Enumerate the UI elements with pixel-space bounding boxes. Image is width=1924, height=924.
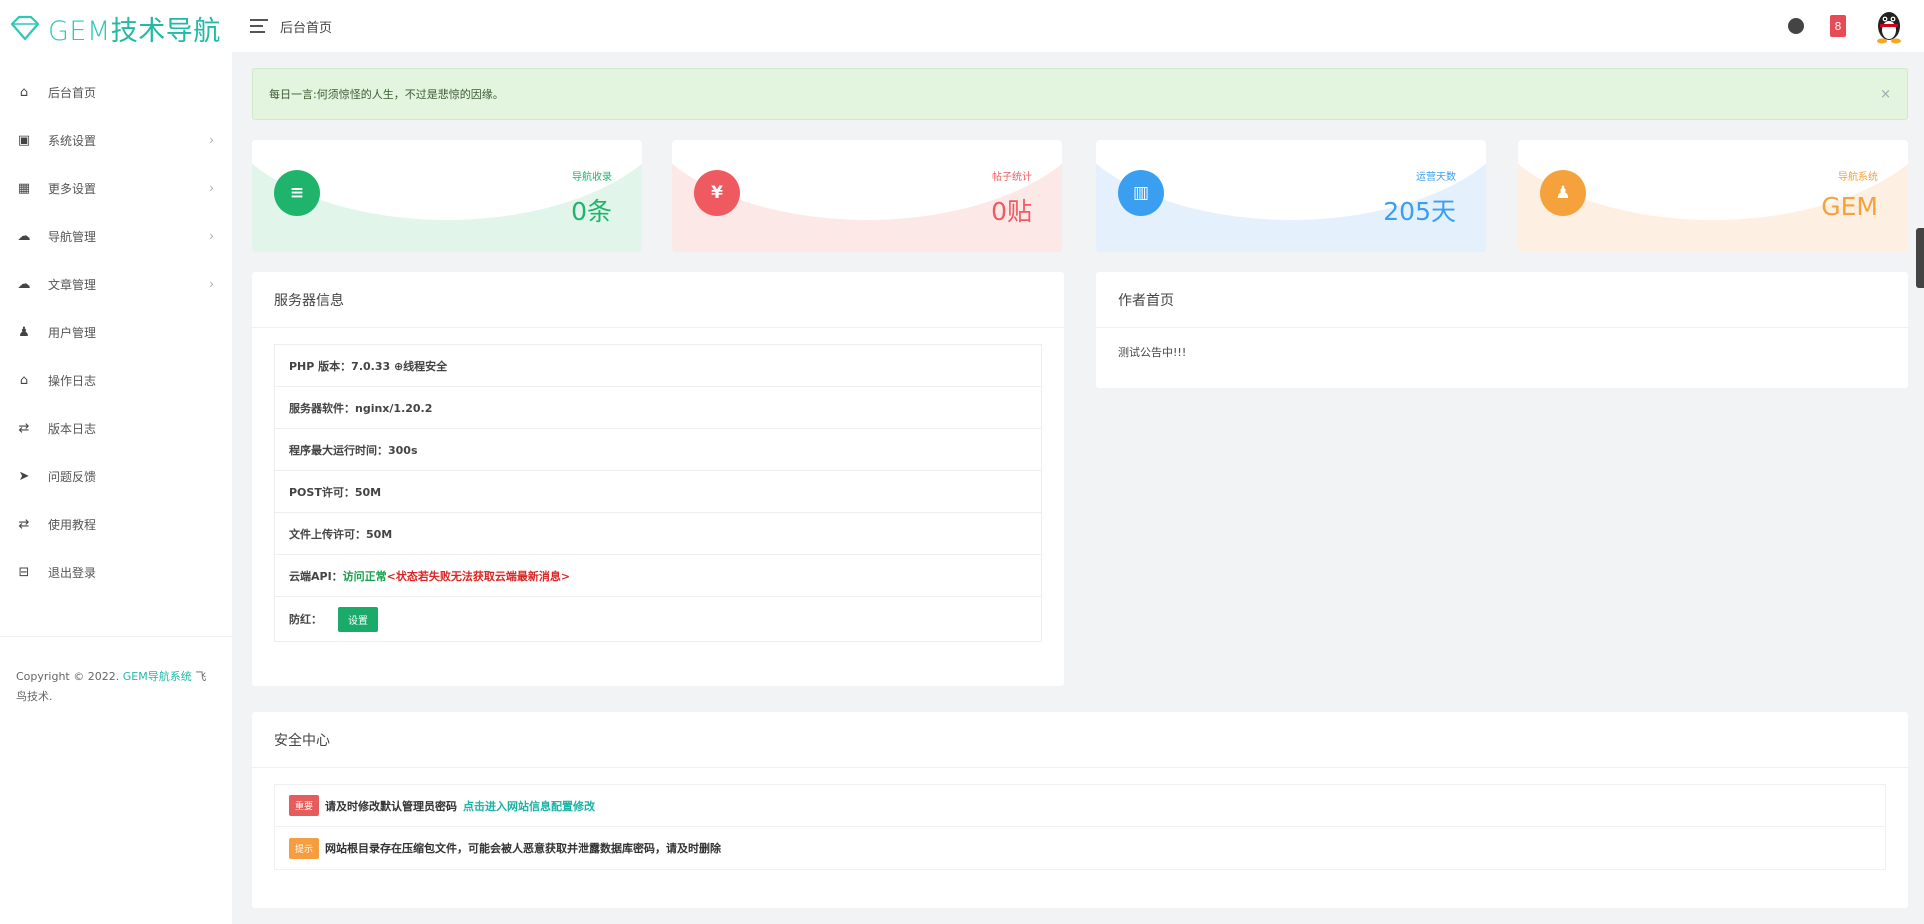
stat-card: ¥ 帖子统计 0贴: [672, 140, 1062, 252]
chevron-right-icon: ›: [209, 181, 214, 195]
daily-quote-text: 每日一言:何须惊怪的人生，不过是悲惊的因缘。: [269, 88, 504, 101]
max-runtime-row: 程序最大运行时间：300s: [275, 429, 1041, 471]
brand-name: GEM技术导航: [48, 15, 221, 47]
anti-red-setting-button[interactable]: 设置: [338, 606, 378, 632]
sidebar-item-label: 退出登录: [48, 565, 97, 580]
security-title: 安全中心: [252, 712, 1908, 768]
menu-toggle-icon[interactable]: [250, 19, 268, 33]
copyright: Copyright © 2022. GEM导航系统 飞鸟技术.: [16, 670, 207, 703]
close-icon[interactable]: ×: [1880, 87, 1891, 102]
avatar[interactable]: [1872, 8, 1906, 44]
chevron-right-icon: ›: [209, 229, 214, 243]
sidebar-item-4[interactable]: ☁ 文章管理 ›: [0, 260, 232, 308]
page-title: 后台首页: [280, 20, 333, 36]
sidebar-item-5[interactable]: ♟ 用户管理: [0, 308, 232, 356]
sidebar-item-8[interactable]: ➤ 问题反馈: [0, 452, 232, 500]
sidebar-item-label: 文章管理: [48, 277, 97, 292]
chevron-right-icon: ›: [209, 133, 214, 147]
grid-icon: ▦: [17, 180, 31, 196]
security-message: 请及时修改默认管理员密码: [325, 799, 458, 813]
stat-value: 0贴: [991, 197, 1032, 226]
sidebar-item-label: 操作日志: [48, 373, 97, 388]
sidebar-item-label: 更多设置: [48, 181, 97, 196]
side-drawer-handle[interactable]: [1916, 228, 1924, 288]
security-list: 重要 请及时修改默认管理员密码 点击进入网站信息配置修改 提示 网站根目录存在压缩包文件…: [274, 784, 1886, 870]
settings-icon: ▣: [17, 132, 31, 148]
stat-card: ♟ 导航系统 GEM: [1518, 140, 1908, 252]
gem-logo-icon: [10, 15, 40, 41]
stat-label: 导航收录: [572, 172, 612, 183]
security-row: 重要 请及时修改默认管理员密码 点击进入网站信息配置修改: [275, 785, 1885, 827]
security-fix-link[interactable]: 点击进入网站信息配置修改: [463, 798, 595, 814]
server-info-panel: 服务器信息 PHP 版本：7.0.33 ⊕线程安全 服务器软件：nginx/1.…: [252, 272, 1064, 686]
notification-badge[interactable]: 8: [1830, 15, 1846, 37]
chevron-right-icon: ›: [209, 277, 214, 291]
server-info-list: PHP 版本：7.0.33 ⊕线程安全 服务器软件：nginx/1.20.2 程…: [274, 344, 1042, 642]
author-panel: 作者首页 测试公告中!!!: [1096, 272, 1908, 388]
sidebar-item-label: 系统设置: [48, 133, 97, 148]
stat-label: 运营天数: [1416, 172, 1456, 183]
api-note: <状态若失败无法获取云端最新消息>: [386, 569, 571, 583]
tutorial-icon: ⇄: [18, 516, 30, 532]
cloud-api-row: 云端API： 访问正常 <状态若失败无法获取云端最新消息>: [275, 555, 1041, 597]
sidebar-item-3[interactable]: ☁ 导航管理 ›: [0, 212, 232, 260]
server-software-row: 服务器软件：nginx/1.20.2: [275, 387, 1041, 429]
security-center-panel: 安全中心 重要 请及时修改默认管理员密码 点击进入网站信息配置修改 提示 网站根目录存在…: [252, 712, 1908, 908]
top-header: 后台首页 8: [232, 0, 1924, 52]
list-icon: ≡: [274, 170, 320, 216]
send-icon: ➤: [18, 468, 30, 484]
cloud-icon: ☁: [17, 228, 31, 244]
copyright-link[interactable]: GEM导航系统: [123, 670, 192, 683]
security-tag: 重要: [289, 795, 320, 816]
post-limit-row: POST许可：50M: [275, 471, 1041, 513]
person-icon: ♟: [1540, 170, 1586, 216]
sidebar-item-label: 后台首页: [48, 85, 97, 100]
stat-value: 205天: [1383, 197, 1456, 226]
sidebar-item-2[interactable]: ▦ 更多设置 ›: [0, 164, 232, 212]
theme-icon[interactable]: [1788, 18, 1804, 34]
author-title: 作者首页: [1096, 272, 1908, 328]
stat-label: 导航系统: [1838, 172, 1878, 183]
sidebar-item-label: 问题反馈: [48, 469, 97, 484]
api-status: 访问正常: [342, 569, 387, 583]
daily-quote-alert: 每日一言:何须惊怪的人生，不过是悲惊的因缘。 ×: [252, 68, 1908, 120]
security-row: 提示 网站根目录存在压缩包文件，可能会被人恶意获取并泄露数据库密码，请及时删除: [275, 827, 1885, 869]
sidebar-item-1[interactable]: ▣ 系统设置 ›: [0, 116, 232, 164]
sidebar-nav: ⌂ 后台首页 ▣ 系统设置 › ▦ 更多设置 › ☁ 导航管理 › ☁ 文章管理 › ♟ 用户管理 ⌂ 操作日志 ⇄…: [0, 68, 232, 596]
home-icon: ⌂: [19, 84, 29, 100]
logout-icon: ⊟: [18, 564, 30, 580]
security-tag: 提示: [289, 837, 320, 859]
stat-card: ▥ 运营天数 205天: [1096, 140, 1486, 252]
stat-card: ≡ 导航收录 0条: [252, 140, 642, 252]
sidebar-item-label: 导航管理: [48, 229, 97, 244]
stat-label: 帖子统计: [992, 172, 1032, 183]
sidebar-item-label: 版本日志: [48, 421, 97, 436]
sidebar-item-9[interactable]: ⇄ 使用教程: [0, 500, 232, 548]
sidebar-item-label: 用户管理: [48, 325, 97, 340]
upload-limit-row: 文件上传许可：50M: [275, 513, 1041, 555]
version-icon: ⇄: [18, 420, 30, 436]
author-announcement: 测试公告中!!!: [1118, 346, 1187, 359]
logo[interactable]: GEM技术导航: [0, 0, 232, 56]
user-icon: ♟: [18, 324, 30, 340]
sidebar-item-0[interactable]: ⌂ 后台首页: [0, 68, 232, 116]
cloud-outline-icon: ☁: [17, 276, 31, 292]
php-version-row: PHP 版本：7.0.33 ⊕线程安全: [275, 345, 1041, 387]
chart-icon: ▥: [1118, 170, 1164, 216]
anti-red-row: 防红： 设置: [275, 597, 1041, 641]
sidebar-item-10[interactable]: ⊟ 退出登录: [0, 548, 232, 596]
security-message: 网站根目录存在压缩包文件，可能会被人恶意获取并泄露数据库密码，请及时删除: [325, 842, 722, 855]
server-info-title: 服务器信息: [252, 272, 1064, 328]
sidebar-item-6[interactable]: ⌂ 操作日志: [0, 356, 232, 404]
sidebar-item-label: 使用教程: [48, 517, 97, 532]
log-icon: ⌂: [19, 372, 29, 388]
stat-value: 0条: [571, 197, 612, 226]
sidebar: GEM技术导航 ⌂ 后台首页 ▣ 系统设置 › ▦ 更多设置 › ☁ 导航管理 › ☁ 文章管理 › ♟ 用户…: [0, 0, 232, 924]
stat-value: GEM: [1821, 192, 1878, 221]
yen-icon: ¥: [694, 170, 740, 216]
sidebar-item-7[interactable]: ⇄ 版本日志: [0, 404, 232, 452]
